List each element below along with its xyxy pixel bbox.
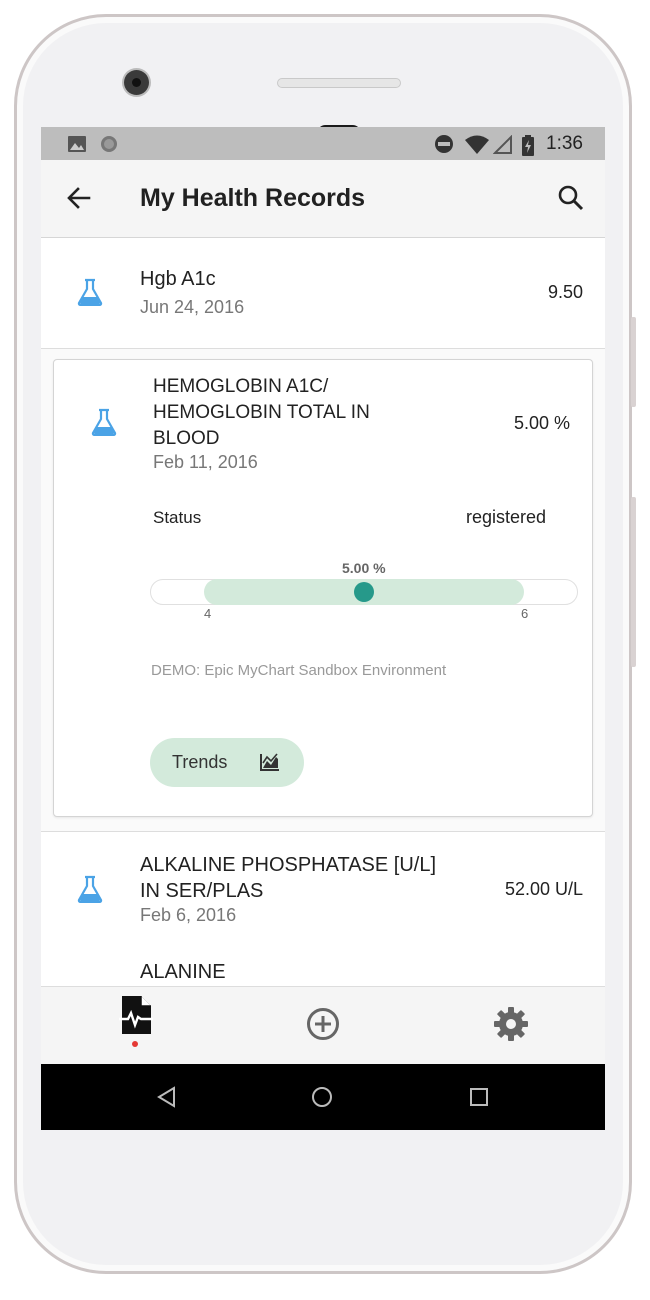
record-name: ALANINE (140, 961, 226, 983)
nav-settings[interactable] (465, 987, 555, 1065)
health-record-icon (119, 996, 153, 1034)
back-arrow-icon[interactable] (65, 184, 93, 212)
record-value: 52.00 U/L (504, 879, 583, 899)
list-item[interactable]: Hgb A1c Jun 24, 2016 9.50 (41, 238, 605, 349)
settings-gear-icon (494, 1007, 528, 1041)
status-value: registered (465, 507, 546, 527)
record-value: 5.00 % (513, 413, 570, 433)
flask-icon (77, 278, 103, 306)
expanded-record-card[interactable]: HEMOGLOBIN A1C/ HEMOGLOBIN TOTAL IN BLOO… (53, 359, 593, 817)
top-speaker (277, 78, 401, 88)
screen: 1:36 My Health Records Hgb A1c Jun 24, 2… (41, 127, 605, 1130)
chart-icon (260, 753, 279, 771)
record-name: ALKALINE PHOSPHATASE [U/L] IN SER/PLAS (140, 854, 437, 902)
do-not-disturb-icon (435, 135, 453, 153)
battery-icon (522, 135, 534, 156)
range-high-label: 6 (521, 606, 529, 621)
system-recents-icon[interactable] (468, 1086, 490, 1108)
sync-icon (101, 136, 117, 152)
app-bar: My Health Records (41, 160, 605, 238)
record-date: Feb 11, 2016 (153, 452, 258, 472)
record-name: HEMOGLOBIN A1C/ HEMOGLOBIN TOTAL IN BLOO… (153, 376, 370, 449)
record-date: Jun 24, 2016 (140, 297, 245, 317)
notification-dot (132, 1041, 138, 1047)
range-low-label: 4 (204, 606, 212, 621)
system-navigation-bar (41, 1064, 605, 1130)
status-label: Status (153, 508, 202, 527)
volume-button (631, 317, 636, 407)
system-home-icon[interactable] (311, 1086, 333, 1108)
nav-health-records[interactable] (91, 987, 181, 1065)
trends-label: Trends (172, 752, 228, 772)
image-icon (68, 136, 86, 152)
records-list: Hgb A1c Jun 24, 2016 9.50 HEMOGLOBIN A1C… (41, 238, 605, 986)
wifi-icon (465, 135, 489, 154)
signal-icon (493, 135, 512, 154)
page-title: My Health Records (140, 184, 366, 212)
nav-add[interactable] (278, 987, 368, 1065)
range-marker (354, 582, 374, 602)
record-value: 9.50 (547, 282, 583, 302)
record-name: Hgb A1c (140, 268, 216, 290)
clock: 1:36 (546, 133, 583, 154)
add-circle-icon (307, 1008, 339, 1040)
data-source: DEMO: Epic MyChart Sandbox Environment (151, 662, 447, 679)
flask-icon (77, 875, 103, 903)
record-date: Feb 6, 2016 (140, 905, 237, 925)
search-icon[interactable] (557, 184, 585, 212)
list-item[interactable]: ALKALINE PHOSPHATASE [U/L] IN SER/PLAS F… (41, 831, 605, 946)
flask-icon (91, 408, 117, 436)
status-bar: 1:36 (41, 127, 605, 160)
system-back-icon[interactable] (156, 1086, 178, 1108)
range-current-label: 5.00 % (342, 560, 386, 576)
bottom-navigation (41, 986, 605, 1065)
list-item[interactable]: ALANINE (41, 945, 605, 986)
trends-button[interactable]: Trends (150, 738, 304, 787)
power-button (631, 497, 636, 667)
front-camera (124, 70, 149, 95)
